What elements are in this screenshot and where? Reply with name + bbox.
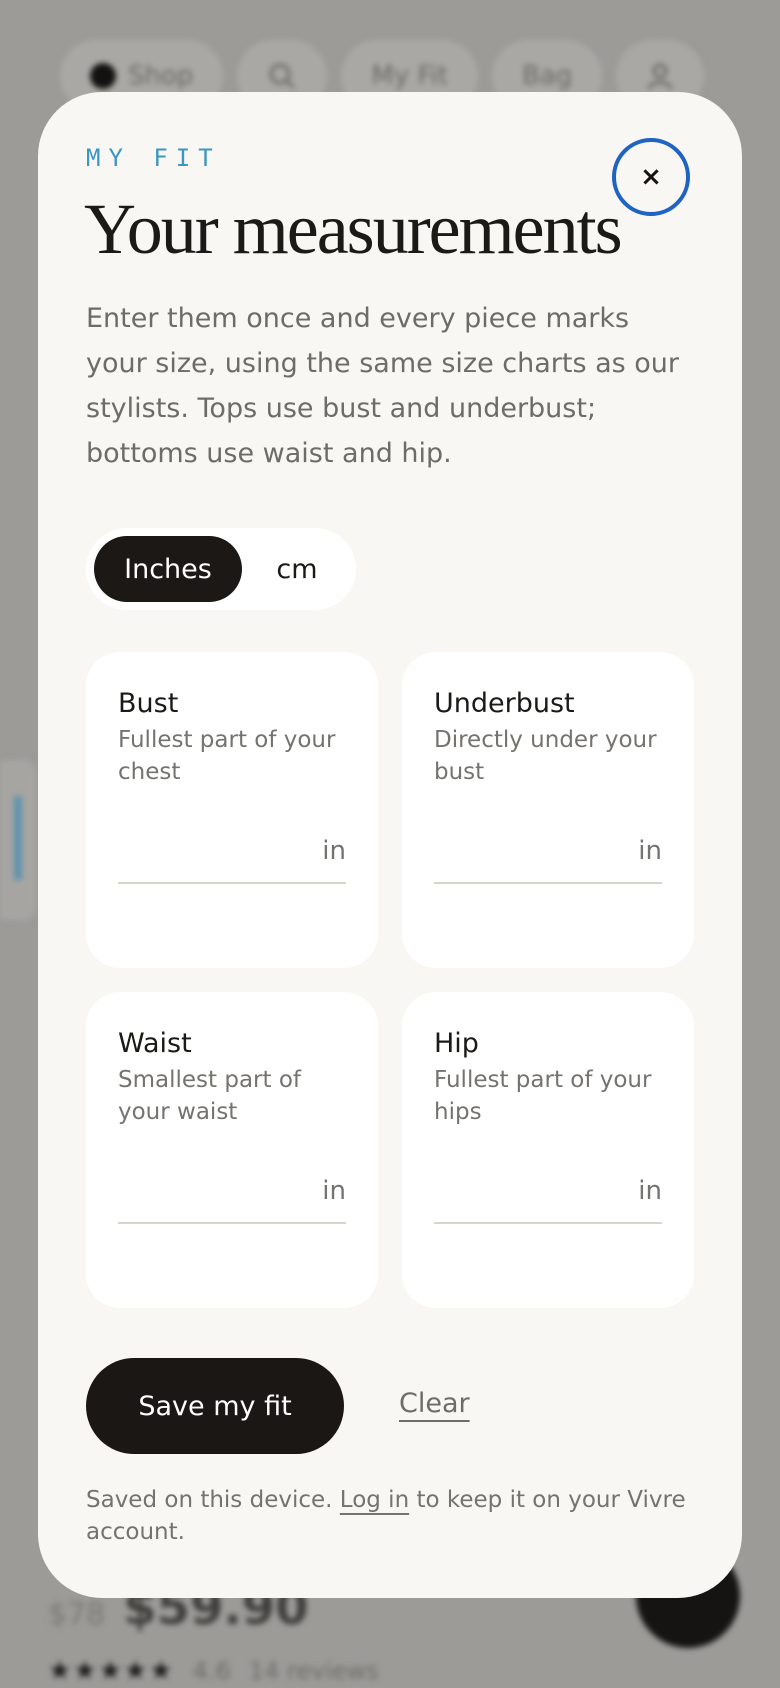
modal-eyebrow: MY FIT xyxy=(86,144,221,172)
hip-unit: in xyxy=(638,1176,662,1206)
underbust-hint: Directly under your bust xyxy=(434,727,657,785)
bust-label: Bust xyxy=(118,688,179,719)
bust-field: in xyxy=(118,820,346,884)
clear-button[interactable]: Clear xyxy=(399,1388,470,1419)
underbust-input[interactable] xyxy=(434,820,624,880)
rating-value: 4.6 xyxy=(192,1657,231,1685)
save-my-fit-button[interactable]: Save my fit xyxy=(86,1358,344,1454)
underbust-card: Underbust Directly under your bust in xyxy=(402,652,694,968)
bust-hint: Fullest part of your chest xyxy=(118,727,336,785)
bust-card: Bust Fullest part of your chest in xyxy=(86,652,378,968)
hip-hint: Fullest part of your hips xyxy=(434,1067,652,1125)
my-fit-modal: MY FIT × Your measurements Enter them on… xyxy=(38,92,742,1598)
underbust-label: Underbust xyxy=(434,688,575,719)
product-rating: ★★★★★ 4.6 14 reviews xyxy=(48,1656,379,1686)
search-icon xyxy=(269,63,296,90)
hip-label: Hip xyxy=(434,1028,479,1059)
waist-unit: in xyxy=(322,1176,346,1206)
nav-bag-label: Bag xyxy=(521,61,573,91)
nav-my-fit-label: My Fit xyxy=(371,61,448,91)
underbust-unit: in xyxy=(638,836,662,866)
unit-inches-option[interactable]: Inches xyxy=(94,536,242,602)
save-footnote: Saved on this device. Log in to keep it … xyxy=(86,1484,706,1548)
bust-input[interactable] xyxy=(118,820,308,880)
waist-hint: Smallest part of your waist xyxy=(118,1067,301,1125)
modal-intro: Enter them once and every piece marks yo… xyxy=(86,303,680,469)
review-count: 14 reviews xyxy=(248,1657,379,1685)
side-tab[interactable] xyxy=(0,760,36,920)
bust-unit: in xyxy=(322,836,346,866)
close-button[interactable]: × xyxy=(612,138,690,216)
hip-input[interactable] xyxy=(434,1160,624,1220)
user-icon xyxy=(647,63,673,90)
star-rating-icon: ★★★★★ xyxy=(48,1656,175,1686)
waist-field: in xyxy=(118,1160,346,1224)
waist-input[interactable] xyxy=(118,1160,308,1220)
hip-field: in xyxy=(434,1160,662,1224)
unit-toggle: Inches cm xyxy=(86,528,356,610)
hip-card: Hip Fullest part of your hips in xyxy=(402,992,694,1308)
nav-shop-label: Shop xyxy=(128,61,194,91)
waist-card: Waist Smallest part of your waist in xyxy=(86,992,378,1308)
brand-dot-icon xyxy=(90,63,116,89)
waist-label: Waist xyxy=(118,1028,192,1059)
log-in-link[interactable]: Log in xyxy=(340,1487,409,1513)
old-price: $78 xyxy=(48,1597,106,1632)
modal-title: Your measurements xyxy=(84,189,623,269)
unit-cm-option[interactable]: cm xyxy=(242,536,352,602)
footnote-before: Saved on this device. xyxy=(86,1487,333,1513)
side-tab-marker xyxy=(14,796,22,880)
underbust-field: in xyxy=(434,820,662,884)
close-icon: × xyxy=(640,162,662,192)
